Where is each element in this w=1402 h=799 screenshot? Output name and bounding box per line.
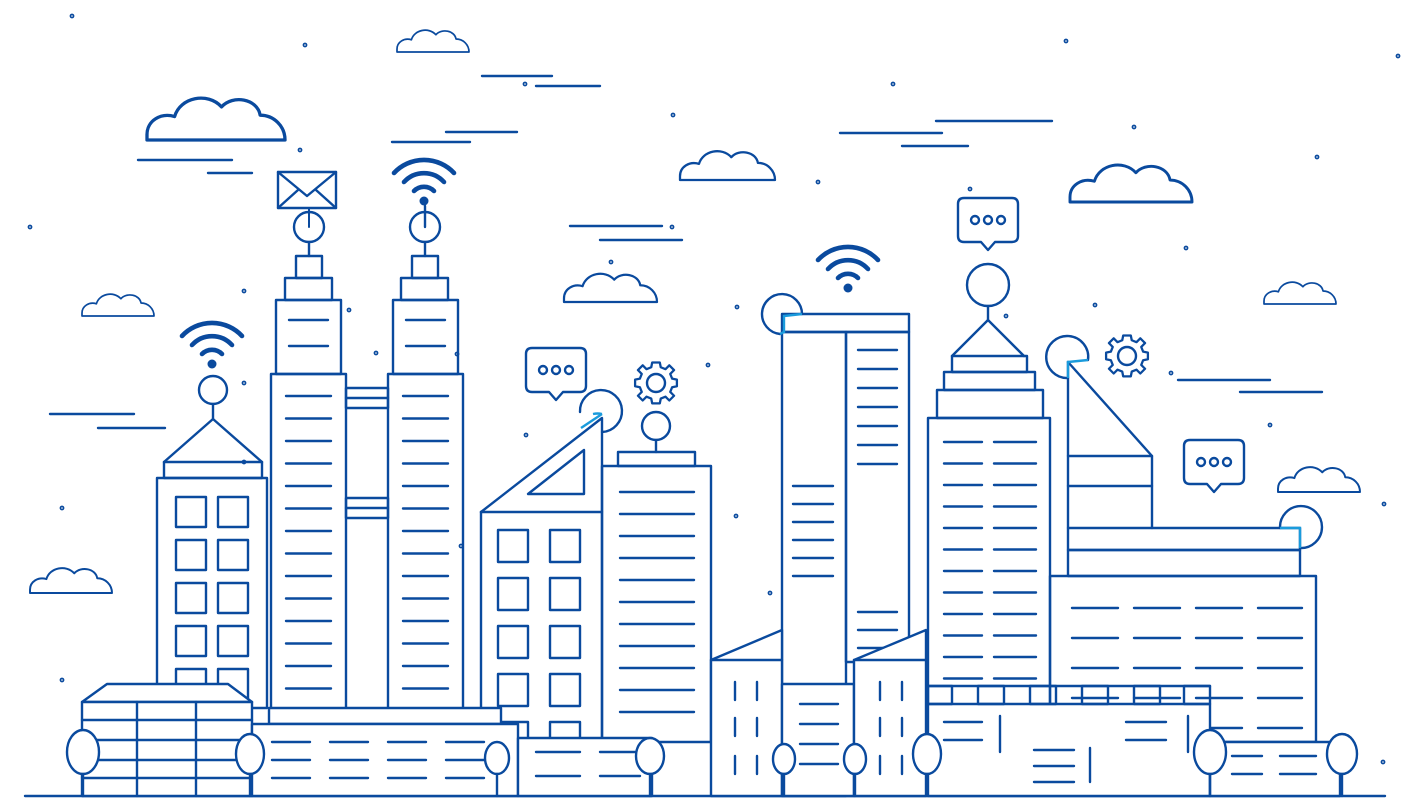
cloud-icon <box>145 96 287 142</box>
city-network-illustration <box>23 13 1401 798</box>
cloud-icon <box>562 272 659 304</box>
gear-icon <box>1104 334 1150 378</box>
building-right-slope <box>1066 360 1154 530</box>
wifi-icon <box>182 323 242 369</box>
chat-bubble-icon <box>524 346 588 402</box>
building-triangle-roof <box>479 416 604 742</box>
clouds <box>29 29 1361 594</box>
twin-tower-window-lines <box>284 318 450 690</box>
wifi-icon <box>394 160 454 206</box>
cloud-icon <box>1277 466 1361 493</box>
stepped-tower-window-lines <box>942 440 1038 680</box>
gear-icon <box>633 361 679 405</box>
cloud-icon <box>81 293 155 317</box>
cloud-icon <box>396 29 470 53</box>
sky-dots <box>27 13 1401 765</box>
envelope-icon <box>276 170 338 228</box>
cloud-icon <box>1263 281 1337 305</box>
twin-towers <box>269 210 465 712</box>
gear-building-window-lines <box>618 490 696 714</box>
cloud-icon <box>29 567 113 594</box>
chat-bubble-icon <box>956 196 1020 252</box>
cloud-icon <box>1068 163 1194 204</box>
chat-bubble-icon <box>1182 438 1246 494</box>
building-gear-roof <box>600 410 713 744</box>
building-left-windows <box>155 374 269 710</box>
cloud-icon <box>678 150 777 182</box>
wifi-icon <box>818 247 878 293</box>
